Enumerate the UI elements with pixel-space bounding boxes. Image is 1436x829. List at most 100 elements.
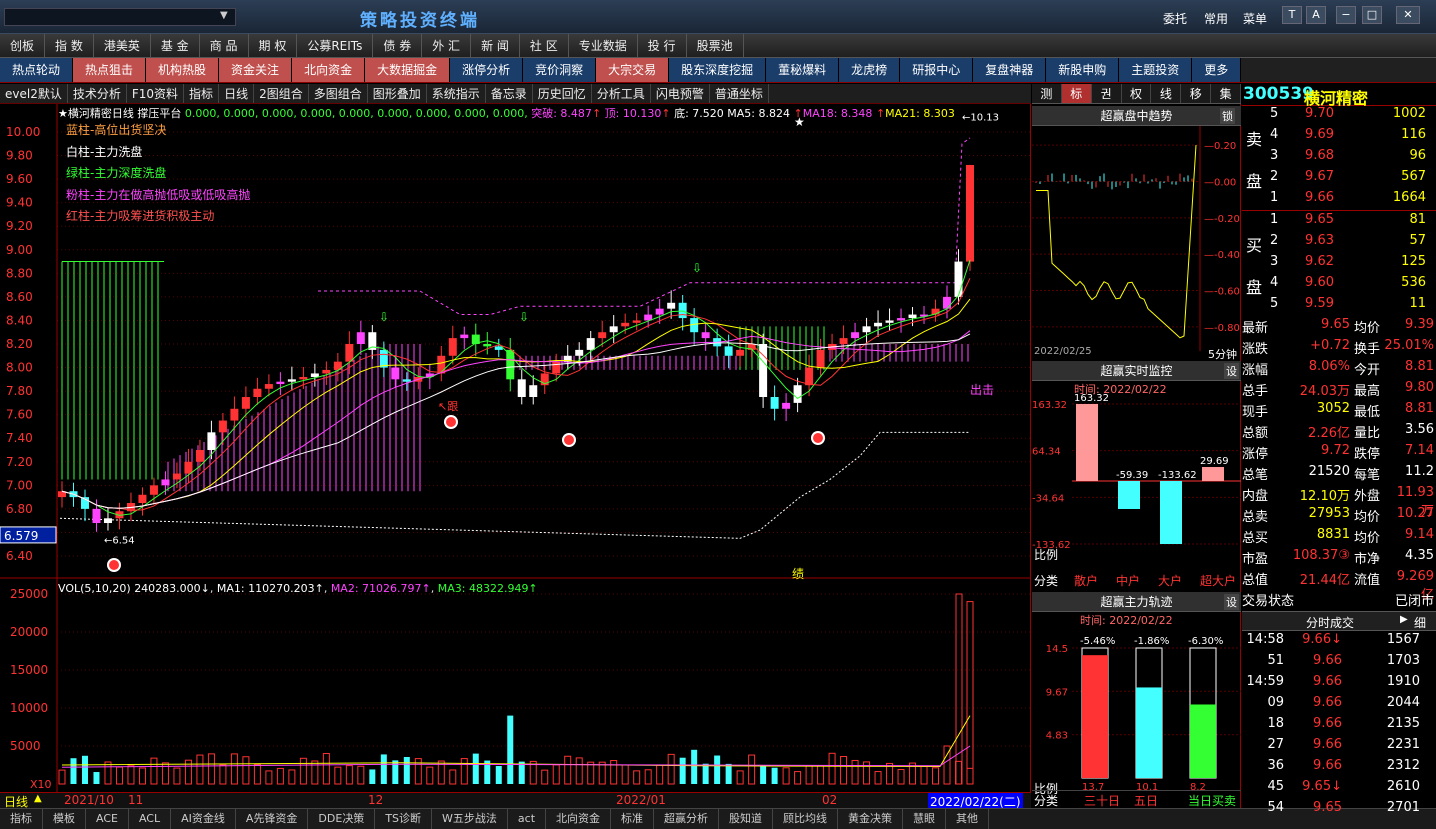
- bottom-tab-0[interactable]: 指标: [0, 809, 43, 829]
- panel-tab-0[interactable]: 测: [1032, 84, 1062, 103]
- stat-row-3[interactable]: 总手 24.03万 最高 9.80: [1242, 380, 1436, 401]
- feature-item-11[interactable]: 龙虎榜: [839, 58, 901, 82]
- toolbar-item-8[interactable]: 系统指示: [427, 84, 486, 103]
- toolbar-item-6[interactable]: 多图组合: [309, 84, 368, 103]
- menu-item-4[interactable]: 商 品: [200, 34, 249, 57]
- stat-row-5[interactable]: 总额 2.26亿 量比 3.56: [1242, 422, 1436, 443]
- feature-item-10[interactable]: 董秘爆料: [766, 58, 840, 82]
- common-button[interactable]: 常用: [1204, 10, 1228, 27]
- triangle-right-icon[interactable]: ▶: [1400, 614, 1408, 625]
- panel-tab-2[interactable]: 권: [1092, 84, 1122, 103]
- ticks-list[interactable]: 14:58 9.66↓ 1567 51 9.66 1703 14:59 9.66 1910 09 9…: [1242, 632, 1436, 815]
- t-icon[interactable]: T: [1282, 6, 1302, 24]
- menu-item-0[interactable]: 创板: [0, 34, 46, 57]
- chevron-down-icon[interactable]: ▼: [220, 10, 228, 21]
- bottom-tab-10[interactable]: 北向资金: [546, 809, 612, 829]
- bottom-tab-1[interactable]: 模板: [43, 809, 86, 829]
- toolbar-item-2[interactable]: F10资料: [127, 84, 185, 103]
- panel-tab-5[interactable]: 移: [1181, 84, 1212, 103]
- menu-item-3[interactable]: 基 金: [151, 34, 200, 57]
- menu-item-6[interactable]: 公募REITs: [297, 34, 374, 57]
- feature-item-15[interactable]: 主题投资: [1119, 58, 1193, 82]
- menu-item-9[interactable]: 新 闻: [471, 34, 520, 57]
- bottom-tab-5[interactable]: A先锋资金: [236, 809, 309, 829]
- buy-row-0[interactable]: 1 9.65 81: [1242, 212, 1436, 233]
- toolbar-item-0[interactable]: evel2默认: [0, 84, 68, 103]
- bottom-tab-13[interactable]: 股知道: [719, 809, 774, 829]
- stat-row-6[interactable]: 涨停 9.72 跌停 7.14: [1242, 443, 1436, 464]
- stat-row-12[interactable]: 总值 21.44亿 流值 9.269亿: [1242, 569, 1436, 603]
- close-icon[interactable]: ✕: [1396, 6, 1420, 24]
- panel-tab-6[interactable]: 集: [1211, 84, 1242, 103]
- tick-row-1[interactable]: 51 9.66 1703: [1242, 653, 1436, 674]
- monitor-cat-large[interactable]: 大户: [1158, 572, 1182, 589]
- tick-row-5[interactable]: 27 9.66 2231: [1242, 737, 1436, 758]
- toolbar-item-5[interactable]: 2图组合: [254, 84, 309, 103]
- menu-item-7[interactable]: 债 券: [373, 34, 423, 57]
- monitor-cat-xlarge[interactable]: 超大户: [1200, 572, 1236, 589]
- tick-row-6[interactable]: 36 9.66 2312: [1242, 758, 1436, 779]
- stat-row-9[interactable]: 总卖 27953 均价 10.27: [1242, 506, 1436, 527]
- menu-item-1[interactable]: 指 数: [45, 34, 94, 57]
- track-cat-5day[interactable]: 五日: [1134, 792, 1158, 809]
- bottom-tab-2[interactable]: ACE: [86, 809, 129, 829]
- stat-row-8[interactable]: 内盘 12.10万 外盘 11.93万: [1242, 485, 1436, 519]
- menu-item-8[interactable]: 外 汇: [422, 34, 472, 57]
- menu-item-10[interactable]: 社 区: [520, 34, 569, 57]
- toolbar-item-11[interactable]: 分析工具: [592, 84, 651, 103]
- toolbar-item-12[interactable]: 闪电预警: [651, 84, 710, 103]
- tick-row-3[interactable]: 09 9.66 2044: [1242, 695, 1436, 716]
- tick-row-0[interactable]: 14:58 9.66↓ 1567: [1242, 632, 1436, 653]
- panel-tab-1[interactable]: 标: [1061, 84, 1092, 103]
- bottom-tab-12[interactable]: 超赢分析: [654, 809, 720, 829]
- feature-item-2[interactable]: 机构热股: [146, 58, 220, 82]
- buy-row-4[interactable]: 5 9.59 11: [1242, 296, 1436, 317]
- stat-row-0[interactable]: 最新 9.65 均价 9.39: [1242, 317, 1436, 338]
- toolbar-item-3[interactable]: 指标: [184, 84, 220, 103]
- feature-item-12[interactable]: 研报中心: [900, 58, 974, 82]
- bottom-tab-6[interactable]: DDE决策: [308, 809, 376, 829]
- toolbar-item-9[interactable]: 备忘录: [486, 84, 533, 103]
- sell-row-2[interactable]: 3 9.68 96: [1242, 148, 1436, 169]
- track-settings-button[interactable]: 设: [1224, 594, 1239, 610]
- feature-item-3[interactable]: 资金关注: [219, 58, 293, 82]
- toolbar-item-4[interactable]: 日线: [219, 84, 255, 103]
- track-cat-today[interactable]: 当日买卖: [1188, 792, 1236, 809]
- buy-row-3[interactable]: 4 9.60 536: [1242, 275, 1436, 296]
- bottom-tab-15[interactable]: 黄金决策: [838, 809, 904, 829]
- menu-item-5[interactable]: 期 权: [249, 34, 298, 57]
- indicator-name[interactable]: 撑压平台: [137, 107, 181, 120]
- feature-item-7[interactable]: 竞价洞察: [523, 58, 597, 82]
- stat-row-10[interactable]: 总买 8831 均价 9.14: [1242, 527, 1436, 548]
- bottom-tab-11[interactable]: 标准: [611, 809, 655, 829]
- monitor-settings-button[interactable]: 设: [1224, 363, 1239, 379]
- sell-row-4[interactable]: 1 9.66 1664: [1242, 190, 1436, 211]
- stat-row-2[interactable]: 涨幅 8.06% 今开 8.81: [1242, 359, 1436, 380]
- track-cat-30day[interactable]: 三十日: [1084, 792, 1120, 809]
- search-input[interactable]: [4, 8, 236, 26]
- tick-row-7[interactable]: 45 9.65↓ 2610: [1242, 779, 1436, 800]
- tick-row-2[interactable]: 14:59 9.66 1910: [1242, 674, 1436, 695]
- bottom-tab-7[interactable]: TS诊断: [375, 809, 433, 829]
- stat-row-11[interactable]: 市盈 108.37③ 市净 4.35: [1242, 548, 1436, 569]
- entrust-button[interactable]: 委托: [1163, 10, 1187, 27]
- toolbar-item-13[interactable]: 普通坐标: [710, 84, 769, 103]
- maximize-icon[interactable]: □: [1362, 6, 1382, 24]
- menu-item-2[interactable]: 港美英: [94, 34, 151, 57]
- menu-item-11[interactable]: 专业数据: [569, 34, 638, 57]
- bottom-tab-4[interactable]: AI资金线: [171, 809, 236, 829]
- detail-tab[interactable]: 细: [1414, 614, 1426, 631]
- bottom-tab-8[interactable]: W五步战法: [432, 809, 508, 829]
- feature-item-6[interactable]: 涨停分析: [450, 58, 524, 82]
- toolbar-item-7[interactable]: 图形叠加: [368, 84, 427, 103]
- bottom-tab-16[interactable]: 慧眼: [903, 809, 947, 829]
- feature-item-1[interactable]: 热点狙击: [73, 58, 147, 82]
- buy-row-1[interactable]: 2 9.63 57: [1242, 233, 1436, 254]
- stat-row-13[interactable]: 交易状态 已闭市: [1242, 590, 1436, 611]
- feature-item-14[interactable]: 新股申购: [1046, 58, 1120, 82]
- menu-item-12[interactable]: 投 行: [638, 34, 687, 57]
- feature-item-0[interactable]: 热点轮动: [0, 58, 74, 82]
- monitor-cat-medium[interactable]: 中户: [1116, 572, 1140, 589]
- bottom-tab-9[interactable]: act: [508, 809, 547, 829]
- triangle-up-icon[interactable]: ▲: [34, 793, 42, 804]
